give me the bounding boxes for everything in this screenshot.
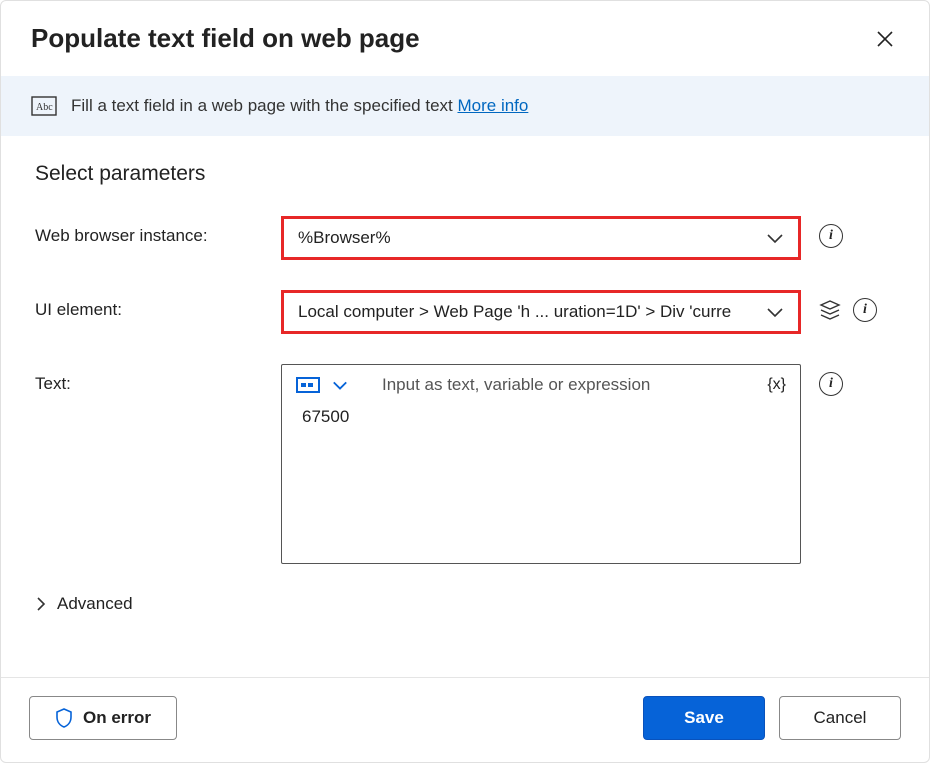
param-label-browser: Web browser instance: — [35, 216, 281, 246]
param-row-browser: Web browser instance: %Browser% i — [35, 216, 895, 260]
dialog-header: Populate text field on web page — [1, 1, 929, 76]
chevron-down-icon[interactable] — [332, 379, 348, 391]
close-button[interactable] — [871, 25, 899, 53]
save-button[interactable]: Save — [643, 696, 765, 740]
param-row-text: Text: Input as text, variable or express… — [35, 364, 895, 564]
info-icon-browser[interactable]: i — [819, 224, 843, 248]
cancel-button[interactable]: Cancel — [779, 696, 901, 740]
svg-text:Abc: Abc — [36, 102, 53, 113]
text-editor-toolbar: Input as text, variable or expression {x… — [282, 365, 800, 403]
close-icon — [876, 30, 894, 48]
shield-icon — [55, 708, 73, 728]
save-label: Save — [684, 708, 724, 728]
cancel-label: Cancel — [814, 708, 867, 728]
dialog-footer: On error Save Cancel — [1, 677, 929, 762]
input-mode-icon[interactable] — [296, 375, 322, 395]
text-editor-body[interactable]: 67500 — [282, 403, 800, 563]
param-label-text: Text: — [35, 364, 281, 394]
ui-element-value: Local computer > Web Page 'h ... uration… — [298, 302, 731, 322]
text-editor-placeholder: Input as text, variable or expression — [382, 375, 757, 395]
param-row-ui-element: UI element: Local computer > Web Page 'h… — [35, 290, 895, 334]
insert-variable-button[interactable]: {x} — [767, 376, 786, 394]
layers-icon[interactable] — [819, 299, 841, 321]
info-icon-ui-element[interactable]: i — [853, 298, 877, 322]
text-field-icon: Abc — [31, 96, 57, 116]
chevron-down-icon — [766, 306, 784, 318]
browser-instance-value: %Browser% — [298, 228, 391, 248]
info-banner: Abc Fill a text field in a web page with… — [1, 76, 929, 136]
chevron-right-icon — [35, 596, 47, 612]
more-info-link[interactable]: More info — [457, 96, 528, 115]
dialog-title: Populate text field on web page — [31, 23, 420, 54]
on-error-label: On error — [83, 708, 151, 728]
info-icon-text[interactable]: i — [819, 372, 843, 396]
ui-element-select[interactable]: Local computer > Web Page 'h ... uration… — [281, 290, 801, 334]
advanced-toggle[interactable]: Advanced — [35, 594, 895, 614]
banner-text: Fill a text field in a web page with the… — [71, 96, 528, 116]
content-area: Select parameters Web browser instance: … — [1, 136, 929, 677]
advanced-label: Advanced — [57, 594, 133, 614]
chevron-down-icon — [766, 232, 784, 244]
text-editor[interactable]: Input as text, variable or expression {x… — [281, 364, 801, 564]
param-label-ui-element: UI element: — [35, 290, 281, 320]
browser-instance-select[interactable]: %Browser% — [281, 216, 801, 260]
on-error-button[interactable]: On error — [29, 696, 177, 740]
section-title: Select parameters — [35, 162, 895, 186]
banner-text-body: Fill a text field in a web page with the… — [71, 96, 457, 115]
